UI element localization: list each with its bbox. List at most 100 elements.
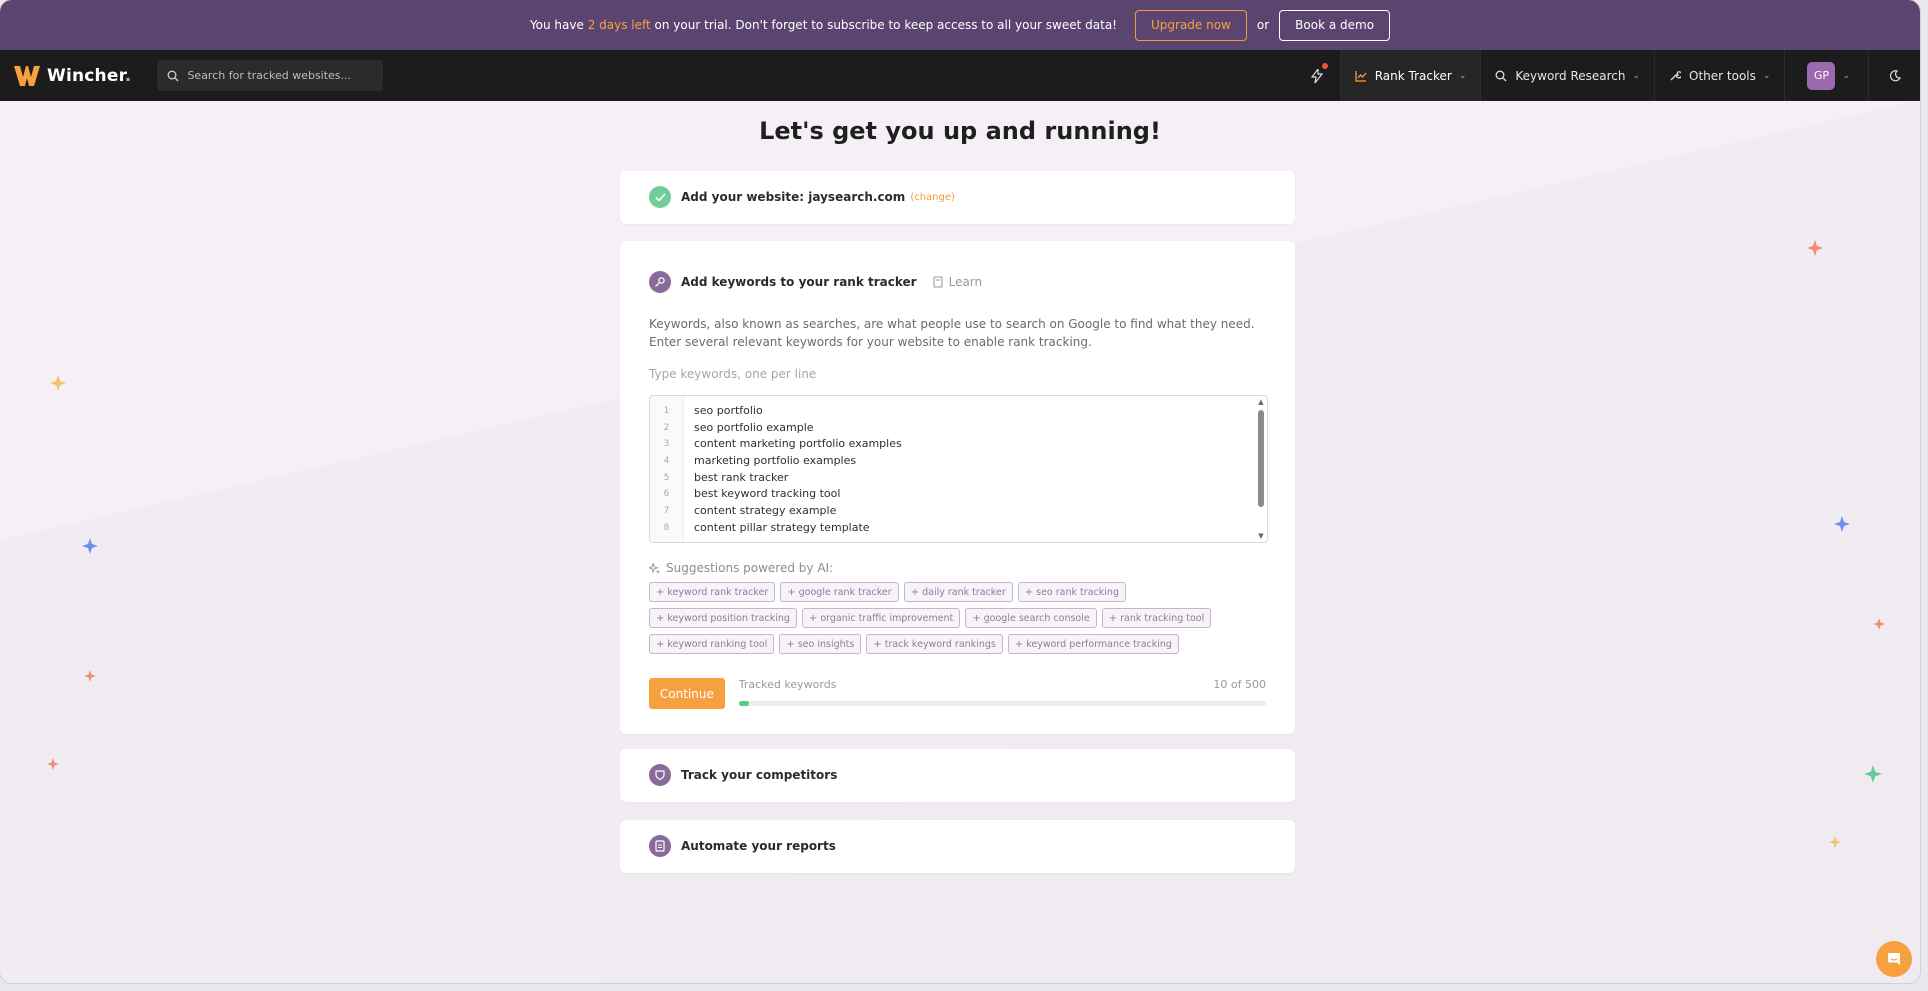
suggestion-chip[interactable]: + track keyword rankings [866,634,1003,654]
line-number: 2 [663,422,670,433]
scrollbar-thumb[interactable] [1258,410,1264,507]
suggestion-chip[interactable]: + seo insights [779,634,862,654]
suggestion-chip[interactable]: + organic traffic improvement [801,608,961,628]
keyword-line[interactable]: content pillar strategy template [694,520,902,537]
continue-button[interactable]: Continue [649,678,725,709]
sparkles-icon [649,562,660,574]
chevron-down-icon: ⌄ [1762,70,1771,81]
progress-bar [738,701,1266,706]
wrench-icon [1670,70,1682,80]
line-number: 5 [663,472,670,483]
keywords-textarea[interactable]: 1 2 3 4 5 6 7 8 seo portfolio seo portfo… [649,395,1268,543]
plus-icon: + [808,612,818,624]
suggestion-chips: + keyword rank tracker + google rank track… [649,582,1259,660]
nav-other-tools[interactable]: Other tools ⌄ [1654,50,1784,101]
book-demo-button[interactable]: Book a demo [1279,9,1391,41]
step-automate-reports[interactable]: Automate your reports [620,820,1295,873]
suggestion-chip[interactable]: + rank tracking tool [1101,608,1212,628]
tracked-keywords-label: Tracked keywords [738,678,837,691]
sparkle-icon [1829,836,1841,848]
account-menu[interactable]: GP ⌄ [1784,50,1868,101]
line-number: 1 [663,406,670,416]
report-icon [649,835,671,857]
site-search[interactable] [157,60,384,91]
suggestion-chip[interactable]: + keyword position tracking [649,608,797,628]
logo-text: Wincher [47,65,125,86]
keyword-line[interactable]: seo portfolio example [694,420,902,437]
plus-icon: + [656,638,665,650]
line-number: 6 [663,489,670,500]
suggestion-chip[interactable]: + seo rank tracking [1017,582,1126,602]
keyword-line[interactable]: best rank tracker [694,470,902,487]
change-website-link[interactable]: (change) [910,192,955,203]
step-add-keywords-title: Add keywords to your rank tracker [681,275,917,289]
plus-icon: + [972,612,981,624]
page-title: Let's get you up and running! [759,117,1161,145]
keyword-line[interactable]: content marketing portfolio examples [694,436,902,453]
nav-keyword-research[interactable]: Keyword Research ⌄ [1480,50,1654,101]
plus-icon: + [656,612,665,624]
suggestion-chip[interactable]: + google search console [965,608,1097,628]
step-add-website-title: Add your website: jaysearch.com [681,190,906,204]
plus-icon: + [787,586,796,598]
banner-text: You have 2 days left on your trial. Don'… [529,18,1117,32]
sparkle-icon [47,758,59,770]
competitors-icon [649,764,671,786]
line-number: 8 [663,522,670,533]
keyword-lines[interactable]: seo portfolio seo portfolio example cont… [684,396,902,542]
learn-link[interactable]: Learn [933,275,983,289]
dark-mode-toggle[interactable] [1868,50,1920,101]
plus-icon: + [656,586,665,598]
checkmark-icon [649,186,671,208]
notifications-button[interactable] [1294,50,1340,101]
sparkle-icon [84,670,96,682]
nav-rank-tracker[interactable]: Rank Tracker ⌄ [1339,50,1481,101]
progress-bar-fill [738,701,750,706]
sparkle-icon [50,375,66,391]
wincher-logo[interactable]: Wincher. [13,64,131,88]
scroll-down-arrow-icon[interactable]: ▼ [1257,532,1265,540]
suggestion-chip[interactable]: + keyword ranking tool [649,634,775,654]
lightning-icon [1310,68,1323,83]
keyword-line[interactable]: marketing portfolio examples [694,453,902,470]
sparkle-icon [1807,240,1823,256]
plus-icon: + [1024,586,1034,598]
book-icon [933,276,943,288]
keywords-description: Keywords, also known as searches, are wh… [649,317,1255,349]
scroll-up-arrow-icon[interactable]: ▲ [1257,398,1265,406]
sparkle-icon [82,538,98,554]
ai-suggestions-label: Suggestions powered by AI: [649,561,1266,575]
step-add-keywords: Add keywords to your rank tracker Learn … [620,241,1295,734]
plus-icon: + [1108,612,1118,624]
plus-icon: + [1014,638,1024,650]
step-track-competitors[interactable]: Track your competitors [620,749,1295,802]
suggestion-chip[interactable]: + keyword performance tracking [1007,634,1179,654]
search-input[interactable] [187,69,368,82]
tracked-keywords-count: 10 of 500 [1213,678,1266,691]
line-number: 4 [663,456,670,467]
chat-support-button[interactable] [1876,941,1912,977]
search-icon [167,70,179,81]
keywords-field-label: Type keywords, one per line [649,367,817,381]
chart-line-icon [1355,70,1367,82]
textarea-scrollbar[interactable]: ▲ ▼ [1257,398,1265,540]
upgrade-now-button[interactable]: Upgrade now [1135,9,1247,41]
keyword-line[interactable]: best keyword tracking tool [694,486,902,503]
step-automate-reports-title: Automate your reports [681,839,836,853]
suggestion-chip[interactable]: + keyword rank tracker [649,582,776,602]
plus-icon: + [786,638,795,650]
suggestion-chip[interactable]: + daily rank tracker [903,582,1013,602]
wincher-logo-icon [14,65,40,86]
step-add-website[interactable]: Add your website: jaysearch.com (change) [620,171,1295,224]
sparkle-icon [1834,516,1850,532]
chevron-down-icon: ⌄ [1632,70,1641,81]
trial-banner: You have 2 days left on your trial. Don'… [0,0,1920,50]
search-icon [1495,70,1507,81]
suggestion-chip[interactable]: + google rank tracker [780,582,899,602]
keyword-line[interactable]: content strategy example [694,503,902,520]
learn-label: Learn [948,275,983,289]
keyword-line[interactable]: seo portfolio [694,403,902,420]
notification-dot [1321,63,1328,69]
chevron-down-icon: ⌄ [1842,70,1850,81]
step-track-competitors-title: Track your competitors [681,768,838,782]
